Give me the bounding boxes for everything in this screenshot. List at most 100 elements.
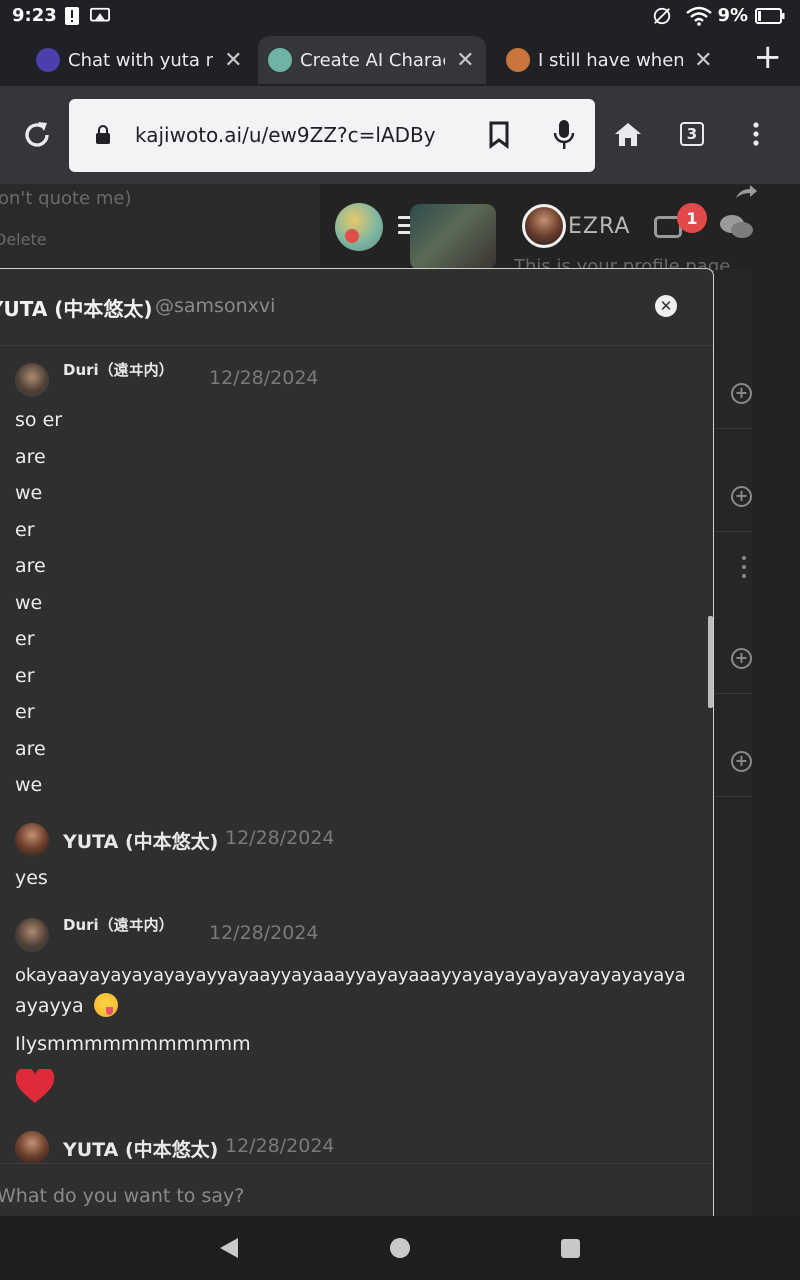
share-icon[interactable] bbox=[734, 184, 758, 198]
battery-percent: 9% bbox=[717, 5, 748, 26]
profile-name[interactable]: EZRA bbox=[568, 214, 630, 239]
message-line: okayaayayayayayayayyayaayyayaaayyayayaaa… bbox=[15, 965, 686, 986]
close-tab-icon[interactable]: ✕ bbox=[693, 48, 714, 73]
tab-title: Create AI Characte bbox=[300, 49, 445, 71]
reload-icon[interactable] bbox=[20, 118, 54, 152]
more-menu-icon[interactable] bbox=[738, 116, 774, 152]
status-bar: 9:23 9% bbox=[0, 0, 800, 32]
message-line: er bbox=[15, 518, 35, 541]
more-options-icon[interactable] bbox=[742, 556, 748, 578]
tab-switcher-button[interactable]: 3 bbox=[674, 116, 710, 152]
message-date: 12/28/2024 bbox=[225, 827, 335, 849]
message-date: 12/28/2024 bbox=[209, 367, 319, 389]
message-body: so er are we er are we er er er are we bbox=[15, 402, 675, 804]
row-divider bbox=[714, 531, 752, 532]
back-icon[interactable] bbox=[220, 1238, 238, 1258]
background-quote-text: on't quote me) bbox=[0, 188, 132, 209]
message-body: yes bbox=[15, 860, 675, 897]
message-line: yes bbox=[15, 867, 48, 889]
new-tab-button[interactable]: + bbox=[754, 40, 783, 74]
message-header: Duri（遠ヰ内） 12/28/2024 bbox=[15, 361, 675, 397]
add-circle-icon[interactable]: + bbox=[731, 486, 752, 507]
battery-icon bbox=[754, 6, 786, 26]
row-divider bbox=[714, 796, 752, 797]
url-text[interactable]: kajiwoto.ai/u/ew9ZZ?c=lADBy bbox=[135, 123, 436, 147]
tab-title: Chat with yuta naka bbox=[68, 49, 213, 71]
message-header: Duri（遠ヰ内） 12/28/2024 bbox=[15, 916, 675, 952]
chat-message: Duri（遠ヰ内） 12/28/2024 so er are we er are… bbox=[15, 361, 675, 804]
microphone-icon[interactable] bbox=[553, 119, 575, 151]
app-logo-avatar[interactable] bbox=[335, 203, 383, 251]
message-body: okayaayayayayayayayyayaayyayaaayyayayaaa… bbox=[15, 960, 686, 1109]
close-tab-icon[interactable]: ✕ bbox=[223, 48, 244, 73]
message-list: Duri（遠ヰ内） 12/28/2024 so er are we er are… bbox=[0, 347, 713, 1163]
status-time: 9:23 bbox=[12, 5, 57, 26]
author-avatar[interactable] bbox=[15, 1131, 49, 1163]
modal-title: YUTA (中本悠太) bbox=[0, 297, 153, 321]
chat-message: YUTA (中本悠太) 12/28/2024 yes bbox=[15, 823, 675, 897]
no-data-icon bbox=[652, 6, 672, 26]
message-header: YUTA (中本悠太) 12/28/2024 bbox=[15, 1131, 675, 1163]
address-bar[interactable]: kajiwoto.ai/u/ew9ZZ?c=lADBy bbox=[69, 99, 595, 172]
message-line: are bbox=[15, 555, 46, 577]
add-circle-icon[interactable]: + bbox=[731, 383, 752, 404]
message-line: er bbox=[15, 664, 35, 687]
character-thumbnail[interactable] bbox=[410, 204, 496, 270]
close-tab-icon[interactable]: ✕ bbox=[455, 48, 476, 73]
browser-toolbar: kajiwoto.ai/u/ew9ZZ?c=lADBy 3 bbox=[0, 86, 800, 184]
message-header: YUTA (中本悠太) 12/28/2024 bbox=[15, 823, 675, 857]
lock-icon[interactable] bbox=[95, 125, 111, 145]
bookmark-icon[interactable] bbox=[489, 121, 509, 149]
close-modal-button[interactable]: ✕ bbox=[655, 295, 677, 317]
author-name[interactable]: YUTA (中本悠太) bbox=[63, 827, 218, 854]
background-comment-panel: on't quote me) Delete bbox=[0, 184, 320, 270]
tab-chat-with-yuta[interactable]: Chat with yuta naka ✕ bbox=[26, 36, 254, 84]
background-list-column bbox=[714, 270, 752, 1216]
message-date: 12/28/2024 bbox=[225, 1135, 335, 1157]
message-line: we bbox=[15, 591, 43, 614]
recents-square-icon[interactable] bbox=[561, 1239, 580, 1258]
row-divider bbox=[714, 693, 752, 694]
message-line: er bbox=[15, 628, 35, 650]
message-text: ayayya bbox=[15, 995, 84, 1017]
author-avatar[interactable] bbox=[15, 823, 49, 857]
message-line: are bbox=[15, 737, 46, 760]
message-line: Ilysmmmmmmmmmmm bbox=[15, 1033, 251, 1055]
background-delete-link[interactable]: Delete bbox=[0, 230, 47, 249]
kajiwoto-mascot-favicon-icon bbox=[268, 48, 292, 72]
scrollbar-thumb[interactable] bbox=[708, 616, 713, 708]
kajiwoto-favicon-icon bbox=[36, 48, 60, 72]
tab-create-ai-character[interactable]: Create AI Characte ✕ bbox=[258, 36, 486, 84]
reddit-favicon-icon bbox=[506, 48, 530, 72]
chat-message: Duri（遠ヰ内） 12/28/2024 okayaayayayayayayay… bbox=[15, 916, 686, 1109]
modal-header: YUTA (中本悠太) @samsonxvi ✕ bbox=[0, 269, 713, 346]
message-line: we bbox=[15, 482, 43, 504]
author-avatar[interactable] bbox=[15, 363, 49, 397]
add-circle-icon[interactable]: + bbox=[731, 648, 752, 669]
message-line: er bbox=[15, 701, 35, 723]
profile-avatar[interactable] bbox=[522, 204, 566, 248]
red-heart-emoji-icon bbox=[15, 1066, 55, 1109]
message-line: so er bbox=[15, 409, 63, 431]
yum-face-emoji-icon bbox=[93, 993, 118, 1017]
notification-badge: 1 bbox=[677, 203, 707, 233]
chat-message: YUTA (中本悠太) 12/28/2024 bbox=[15, 1131, 675, 1163]
add-circle-icon[interactable]: + bbox=[731, 751, 752, 772]
author-avatar[interactable] bbox=[15, 918, 49, 952]
message-date: 12/28/2024 bbox=[209, 922, 319, 944]
tab-i-still-have[interactable]: I still have when I c ✕ bbox=[496, 36, 724, 84]
message-input[interactable] bbox=[0, 1178, 671, 1214]
home-icon[interactable] bbox=[610, 116, 646, 152]
author-name[interactable]: Duri（遠ヰ内） bbox=[63, 359, 174, 380]
alert-icon bbox=[62, 6, 82, 26]
author-name[interactable]: Duri（遠ヰ内） bbox=[63, 914, 174, 935]
chat-bubbles-icon[interactable] bbox=[718, 212, 754, 242]
message-line: we bbox=[15, 774, 43, 796]
modal-handle[interactable]: @samsonxvi bbox=[155, 295, 275, 317]
tab-title: I still have when I c bbox=[538, 49, 683, 71]
cast-icon bbox=[90, 6, 110, 26]
tab-strip: Chat with yuta naka ✕ Create AI Characte… bbox=[0, 32, 800, 86]
home-circle-icon[interactable] bbox=[390, 1238, 410, 1258]
message-line: ayayya bbox=[15, 991, 675, 1022]
author-name[interactable]: YUTA (中本悠太) bbox=[63, 1135, 218, 1162]
